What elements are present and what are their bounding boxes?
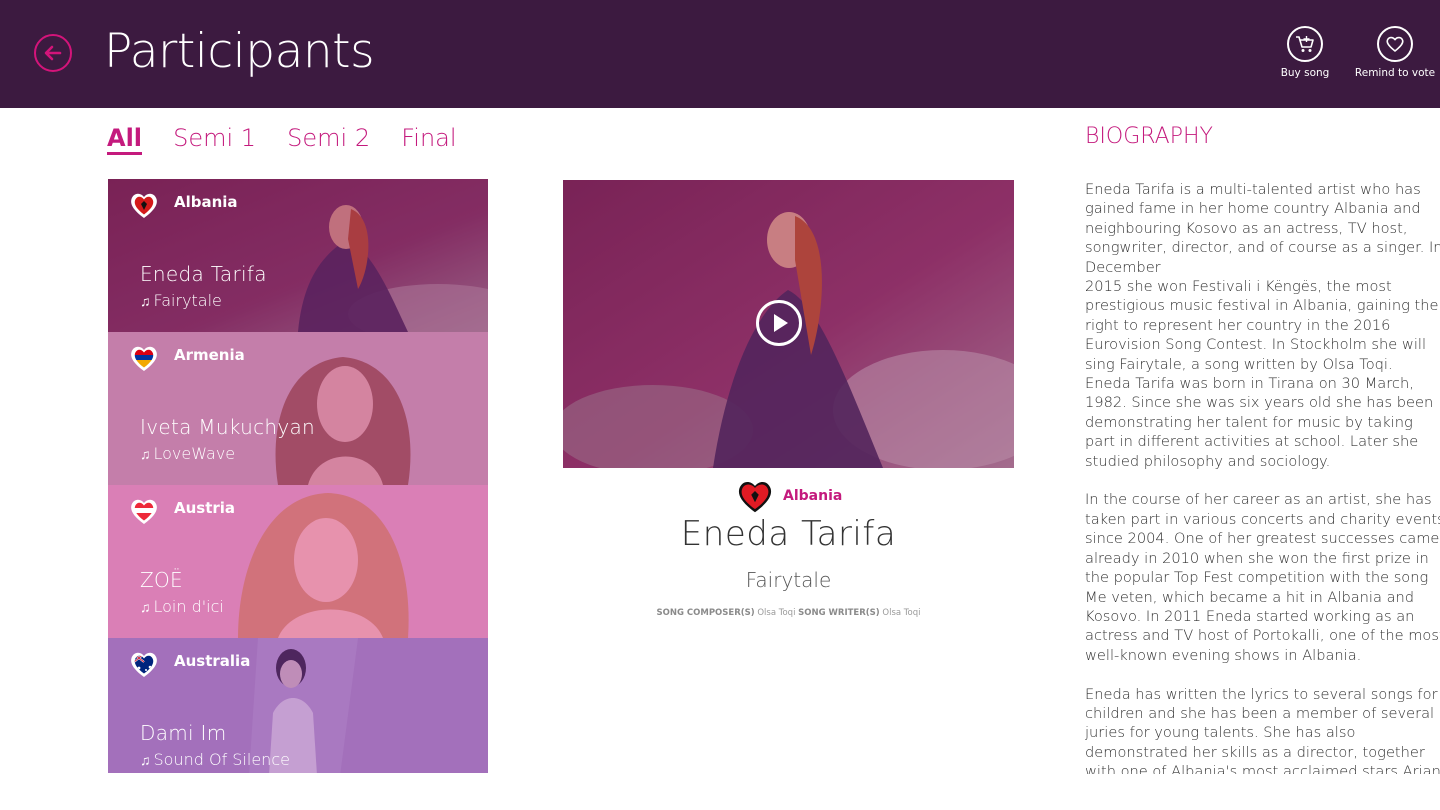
composer-label: SONG COMPOSER(S) bbox=[656, 608, 755, 618]
participant-card-albania[interactable]: Albania Eneda Tarifa ♫ Fairytale bbox=[108, 179, 488, 332]
app-header: Participants Buy song Remind to vote bbox=[0, 0, 1440, 108]
cart-icon bbox=[1296, 36, 1314, 52]
back-arrow-icon bbox=[44, 45, 62, 61]
tab-all[interactable]: All bbox=[107, 124, 143, 155]
composer-name: Olsa Toqi bbox=[757, 608, 796, 618]
buy-song-button[interactable]: Buy song bbox=[1257, 26, 1353, 79]
tab-final[interactable]: Final bbox=[401, 124, 456, 152]
music-note-icon: ♫ bbox=[140, 447, 151, 463]
participant-country: Albania bbox=[174, 193, 238, 211]
video-preview[interactable] bbox=[563, 180, 1014, 468]
music-note-icon: ♫ bbox=[140, 294, 151, 310]
biography-paragraph: Eneda Tarifa is a multi-talented artist … bbox=[1085, 181, 1440, 470]
participant-song-title: Fairytale bbox=[153, 291, 222, 310]
participant-song: ♫ Sound Of Silence bbox=[140, 750, 290, 769]
play-button[interactable] bbox=[756, 300, 802, 346]
participant-country: Austria bbox=[174, 499, 236, 517]
music-note-icon: ♫ bbox=[140, 753, 151, 769]
filter-tabs: All Semi 1 Semi 2 Final bbox=[107, 124, 483, 158]
biography-title: BIOGRAPHY bbox=[1085, 124, 1213, 149]
australia-flag-heart-icon bbox=[131, 652, 157, 677]
albania-flag-heart-icon bbox=[131, 193, 157, 218]
buy-song-label: Buy song bbox=[1280, 67, 1330, 79]
participant-song-title: Sound Of Silence bbox=[153, 750, 290, 769]
participant-song: ♫ LoveWave bbox=[140, 444, 235, 463]
austria-flag-heart-icon bbox=[131, 499, 157, 524]
tab-semi-2[interactable]: Semi 2 bbox=[287, 124, 370, 152]
participant-card-armenia[interactable]: Armenia Iveta Mukuchyan ♫ LoveWave bbox=[108, 332, 488, 485]
biography-paragraph: Eneda has written the lyrics to several … bbox=[1085, 685, 1440, 774]
participant-card-austria[interactable]: Austria ZOË ♫ Loin d'ici bbox=[108, 485, 488, 638]
participant-artist: ZOË bbox=[140, 568, 183, 592]
armenia-flag-heart-icon bbox=[131, 346, 157, 371]
participant-artist: Iveta Mukuchyan bbox=[140, 415, 316, 439]
song-credits: SONG COMPOSER(S) Olsa Toqi SONG WRITER(S… bbox=[563, 608, 1014, 618]
heart-icon bbox=[1386, 36, 1404, 52]
participant-song-title: Loin d'ici bbox=[153, 597, 224, 616]
albania-flag-heart-icon bbox=[738, 481, 772, 513]
participant-artist: Dami Im bbox=[140, 721, 227, 745]
participant-card-australia[interactable]: Australia Dami Im ♫ Sound Of Silence bbox=[108, 638, 488, 773]
participant-song-title: LoveWave bbox=[153, 444, 236, 463]
biography-text[interactable]: Eneda Tarifa is a multi-talented artist … bbox=[1085, 180, 1440, 774]
participant-song: ♫ Loin d'ici bbox=[140, 597, 224, 616]
back-button[interactable] bbox=[34, 34, 72, 72]
biography-paragraph: In the course of her career as an artist… bbox=[1085, 491, 1440, 664]
participant-song: ♫ Fairytale bbox=[140, 291, 222, 310]
participant-artist: Eneda Tarifa bbox=[140, 262, 267, 286]
detail-country: Albania bbox=[783, 488, 843, 504]
participant-list[interactable]: Albania Eneda Tarifa ♫ Fairytale Armenia … bbox=[108, 179, 488, 773]
participant-country: Armenia bbox=[174, 346, 245, 364]
detail-song: Fairytale bbox=[745, 568, 832, 592]
writer-label: SONG WRITER(S) bbox=[798, 608, 880, 618]
remind-to-vote-button[interactable]: Remind to vote bbox=[1347, 26, 1440, 79]
writer-name: Olsa Toqi bbox=[882, 608, 921, 618]
detail-artist: Eneda Tarifa bbox=[680, 514, 897, 554]
remind-to-vote-label: Remind to vote bbox=[1354, 67, 1436, 79]
page-title: Participants bbox=[104, 24, 375, 79]
music-note-icon: ♫ bbox=[140, 600, 151, 616]
play-icon bbox=[774, 314, 788, 332]
tab-semi-1[interactable]: Semi 1 bbox=[173, 124, 256, 152]
participant-country: Australia bbox=[174, 652, 251, 670]
